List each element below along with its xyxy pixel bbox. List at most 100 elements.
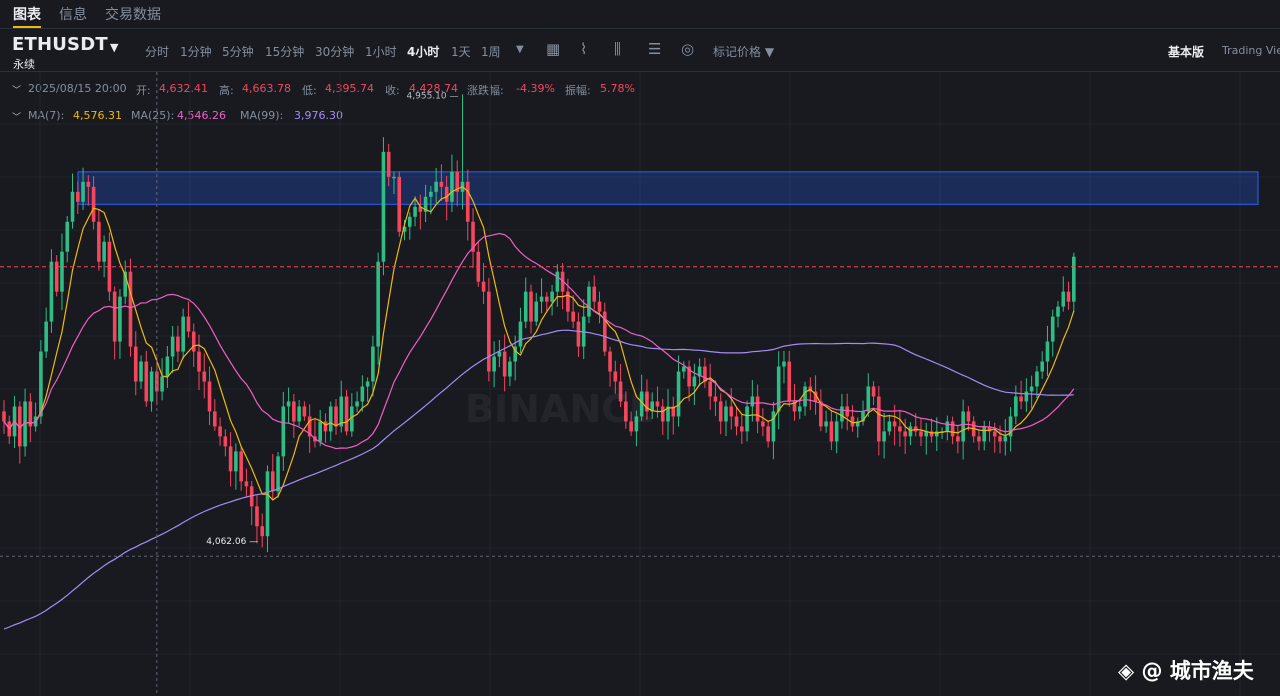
resistance-zone <box>77 171 1259 205</box>
candle-body <box>181 316 185 352</box>
candle-body <box>803 386 807 407</box>
candle-body <box>766 426 770 442</box>
interval-4h[interactable]: 4小时 <box>407 43 439 60</box>
indicator-chart-icon[interactable]: ⌇ <box>580 40 587 58</box>
candle-body <box>550 291 554 302</box>
candle-body <box>1066 291 1071 302</box>
candle-body <box>866 386 871 412</box>
candle-body <box>1035 371 1039 387</box>
tab-info[interactable]: 信息 <box>59 4 87 24</box>
candle-body <box>255 506 259 527</box>
mark-price-selector[interactable]: 标记价格 ▼ <box>713 43 774 60</box>
candle-body <box>2 411 6 422</box>
candle-body <box>128 271 133 347</box>
candle-body <box>197 351 201 372</box>
candle-body <box>755 396 760 422</box>
interval-1h[interactable]: 1小时 <box>365 43 397 60</box>
tab-trading-data[interactable]: 交易数据 <box>105 4 161 24</box>
candle-body <box>176 336 180 352</box>
basic-view-button[interactable]: 基本版 <box>1168 43 1204 60</box>
candle-body <box>202 371 207 382</box>
candle-body <box>708 381 712 397</box>
candle-body <box>160 376 164 392</box>
candle-body <box>1040 361 1044 372</box>
candle-body <box>840 406 844 422</box>
candle-body <box>450 171 454 202</box>
low-marker-label: 4,062.06 — <box>206 537 258 547</box>
ma7-line <box>3 186 1075 501</box>
candle-body <box>908 426 913 437</box>
candle-body <box>170 336 175 357</box>
candle-body <box>797 406 802 412</box>
candle-body <box>244 481 249 487</box>
candle-body <box>945 421 950 432</box>
candle-body <box>750 396 755 407</box>
candle-body <box>534 301 539 322</box>
candle-body <box>218 426 222 437</box>
candle-body <box>149 371 154 402</box>
candle-body <box>439 181 444 187</box>
interval-1d[interactable]: 1天 <box>451 43 471 60</box>
symbol-name[interactable]: ETHUSDT <box>12 34 108 55</box>
candle-body <box>676 371 681 417</box>
candle-body <box>529 291 533 322</box>
candle-body <box>887 421 892 432</box>
candle-body <box>718 401 723 422</box>
tradingview-button[interactable]: Trading View <box>1222 44 1280 57</box>
candle-body <box>545 296 549 302</box>
candle-body <box>397 176 402 232</box>
binance-diamond-icon: ◈ <box>1118 659 1135 683</box>
interval-30m[interactable]: 30分钟 <box>315 43 354 60</box>
target-icon[interactable]: ◎ <box>681 40 694 58</box>
candle-body <box>386 151 391 177</box>
candle-body <box>75 191 80 202</box>
candle-body <box>998 436 1002 442</box>
candle-body <box>102 241 106 262</box>
author-watermark: ◈ @ 城市渔夫 <box>1118 659 1254 683</box>
interval-tick[interactable]: 分时 <box>145 43 169 60</box>
interval-5m[interactable]: 5分钟 <box>222 43 254 60</box>
candle-body <box>65 221 70 252</box>
candle-body <box>819 401 823 427</box>
candle-body <box>344 396 349 432</box>
candle-body <box>297 406 301 422</box>
candle-body <box>323 421 328 432</box>
candle-body <box>950 421 955 437</box>
candle-body <box>776 366 781 412</box>
candle-body <box>745 406 749 432</box>
candle-body <box>223 436 228 447</box>
candle-body <box>692 376 697 387</box>
candle-body <box>539 296 544 302</box>
candle-body <box>228 446 233 472</box>
candle-body <box>444 186 449 202</box>
candle-body <box>966 411 971 422</box>
candle-body <box>961 411 965 442</box>
interval-1w[interactable]: 1周 <box>481 43 501 60</box>
interval-15m[interactable]: 15分钟 <box>265 43 304 60</box>
candle-body <box>613 371 618 382</box>
mark-price-caret-icon: ▼ <box>764 45 775 59</box>
candle-body <box>334 406 338 427</box>
candle-body <box>376 261 380 347</box>
tab-chart[interactable]: 图表 <box>13 4 41 24</box>
settings-list-icon[interactable]: ☰ <box>648 40 661 58</box>
candle-body <box>165 356 170 377</box>
symbol-dropdown-icon[interactable]: ▼ <box>110 41 118 54</box>
candle-style-icon[interactable]: ⫼ <box>614 40 621 58</box>
candle-body <box>877 396 881 442</box>
candle-body <box>381 151 386 262</box>
candle-body <box>734 416 739 427</box>
mark-price-label: 标记价格 <box>713 45 762 59</box>
candle-body <box>1014 396 1018 417</box>
more-intervals-caret-icon[interactable]: ▼ <box>516 44 524 55</box>
binance-watermark: BINANCE <box>465 387 655 431</box>
candle-body <box>956 436 960 442</box>
calendar-icon[interactable]: ▦ <box>546 40 560 58</box>
interval-1m[interactable]: 1分钟 <box>180 43 212 60</box>
candle-body <box>81 181 85 202</box>
candle-body <box>207 381 212 412</box>
candle-body <box>281 406 286 457</box>
candle-body <box>339 396 344 427</box>
candle-body <box>576 321 581 347</box>
candlestick-chart[interactable]: 4,955.10 — 4,062.06 — BINANCE <box>0 72 1280 696</box>
